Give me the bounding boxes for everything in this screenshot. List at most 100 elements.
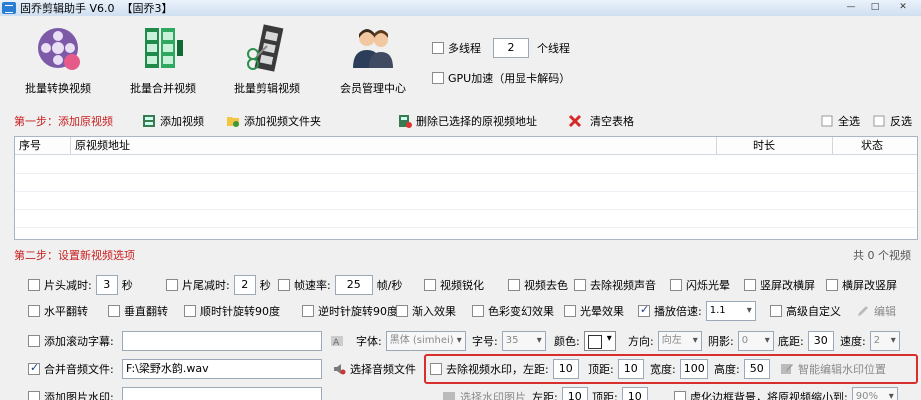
merge-audio-option: 合并音频文件: — [28, 356, 114, 382]
portrait-to-landscape-option: 竖屏改横屏 — [744, 272, 815, 298]
thread-count-input[interactable]: 2 — [493, 38, 529, 58]
clear-table-button[interactable]: 清空表格 — [568, 113, 634, 129]
decolor-checkbox[interactable] — [508, 279, 520, 291]
select-all-button[interactable]: 全选 — [820, 113, 860, 129]
scroll-speed-option: 速度: 2 — [840, 328, 900, 354]
color-picker[interactable] — [583, 331, 616, 351]
batch-convert-button[interactable]: 批量转换视频 — [8, 24, 108, 96]
light-label: 光晕效果 — [580, 305, 624, 318]
tail-cut-input[interactable]: 2 — [233, 275, 256, 295]
image-watermark-checkbox[interactable] — [28, 391, 40, 400]
audio-path-input[interactable]: F:\梁野水韵.wav — [122, 359, 322, 379]
scroll-text-checkbox[interactable] — [28, 335, 40, 347]
fps-input[interactable]: 25 — [334, 275, 373, 295]
head-cut-unit: 秒 — [121, 279, 133, 292]
blur-bg-checkbox[interactable] — [674, 391, 686, 400]
add-folder-button[interactable]: 添加视频文件夹 — [226, 113, 321, 129]
scroll-speed-select[interactable]: 2 — [869, 331, 900, 351]
col-path[interactable]: 原视频地址 — [71, 137, 717, 154]
choose-image-button[interactable]: 选择水印图片 — [442, 384, 526, 400]
light-checkbox[interactable] — [564, 305, 576, 317]
direction-select[interactable]: 向左 — [657, 331, 702, 351]
image-top-input[interactable]: 10 — [621, 387, 648, 400]
direction-option: 方向: 向左 — [628, 328, 702, 354]
tail-cut-checkbox[interactable] — [166, 279, 178, 291]
vflip-option: 垂直翻转 — [108, 298, 168, 324]
size-select[interactable]: 35 — [501, 331, 546, 351]
decolor-option: 视频去色 — [508, 272, 568, 298]
speed-option: 播放倍速: 1.1 — [638, 298, 756, 324]
maximize-button[interactable]: □ — [865, 1, 885, 15]
batch-merge-button[interactable]: 批量合并视频 — [113, 24, 213, 96]
merge-audio-checkbox[interactable] — [28, 361, 40, 375]
edit-button[interactable]: 编辑 — [856, 298, 896, 324]
film-add-icon — [143, 115, 155, 127]
font-icon: A — [331, 336, 343, 348]
close-button[interactable]: ✕ — [893, 1, 913, 15]
rotate-ccw-checkbox[interactable] — [302, 305, 314, 317]
step2-bar: 第二步：设置新视频选项 共 0 个视频 — [0, 244, 921, 266]
color-change-checkbox[interactable] — [472, 305, 484, 317]
vflip-checkbox[interactable] — [108, 305, 120, 317]
col-status[interactable]: 状态 — [833, 137, 917, 154]
delete-selected-button[interactable]: 删除已选择的原视频地址 — [398, 113, 537, 129]
invert-selection-label: 反选 — [890, 115, 912, 128]
rotate-cw-label: 顺时针旋转90度 — [200, 305, 280, 318]
remove-audio-checkbox[interactable] — [574, 279, 586, 291]
advanced-custom-checkbox[interactable] — [770, 305, 782, 317]
landscape-to-portrait-checkbox[interactable] — [826, 279, 838, 291]
thread-unit-label: 个线程 — [537, 42, 570, 55]
bottom-margin-input[interactable]: 30 — [807, 331, 834, 351]
image-left-input[interactable]: 10 — [561, 387, 588, 400]
fps-checkbox[interactable] — [278, 279, 290, 291]
font-select[interactable]: 黑体 (simhei) — [385, 331, 466, 351]
head-cut-input[interactable]: 3 — [95, 275, 118, 295]
color-change-label: 色彩变幻效果 — [488, 305, 554, 318]
hflip-option: 水平翻转 — [28, 298, 88, 324]
main-toolbar: 批量转换视频 批量合并视频 批量剪辑视频 会员管理中心 多线程 2 个线程 GP… — [0, 16, 921, 104]
invert-selection-button[interactable]: 反选 — [872, 113, 912, 129]
add-video-label: 添加视频 — [160, 115, 204, 128]
scroll-text-label: 添加滚动字幕: — [44, 335, 114, 348]
member-center-label: 会员管理中心 — [340, 82, 406, 95]
film-delete-icon — [399, 115, 412, 128]
video-table[interactable]: 序号 原视频地址 时长 状态 — [14, 136, 918, 240]
bottom-margin-option: 底距: 30 — [778, 328, 834, 354]
image-path-input[interactable] — [122, 387, 322, 400]
add-folder-label: 添加视频文件夹 — [244, 115, 321, 128]
blur-scale-select[interactable]: 90% — [851, 387, 898, 400]
choose-audio-button[interactable]: 选择音频文件 — [332, 356, 416, 382]
step1-title: 第一步：添加原视频 — [14, 115, 113, 128]
watermark-highlight-frame — [424, 354, 918, 384]
shadow-select[interactable]: 0 — [737, 331, 774, 351]
audio-file-icon — [334, 364, 346, 375]
fade-in-checkbox[interactable] — [396, 305, 408, 317]
head-cut-checkbox[interactable] — [28, 279, 40, 291]
options-row-3: 添加滚动字幕: A 字体: 黑体 (simhei) 字号: 35 颜色: 方向:… — [14, 328, 918, 354]
sharpen-checkbox[interactable] — [424, 279, 436, 291]
landscape-to-portrait-option: 横屏改竖屏 — [826, 272, 897, 298]
speed-select[interactable]: 1.1 — [705, 301, 756, 321]
col-index[interactable]: 序号 — [15, 137, 71, 154]
speed-label: 播放倍速: — [654, 305, 702, 318]
flash-label: 闪烁光晕 — [686, 279, 730, 292]
speed-checkbox[interactable] — [638, 303, 650, 317]
batch-convert-label: 批量转换视频 — [25, 82, 91, 95]
font-label: 字体: — [356, 335, 382, 348]
multithread-checkbox[interactable] — [432, 42, 444, 54]
title-bar: 固乔剪辑助手 V6.0 【固乔3】 — □ ✕ — [0, 0, 921, 16]
rotate-cw-checkbox[interactable] — [184, 305, 196, 317]
portrait-to-landscape-checkbox[interactable] — [744, 279, 756, 291]
add-video-button[interactable]: 添加视频 — [142, 113, 204, 129]
scroll-text-input[interactable] — [122, 331, 322, 351]
svg-text:A: A — [333, 338, 340, 348]
batch-edit-button[interactable]: 批量剪辑视频 — [217, 24, 317, 96]
col-duration[interactable]: 时长 — [717, 137, 833, 154]
hflip-checkbox[interactable] — [28, 305, 40, 317]
minimize-button[interactable]: — — [841, 1, 861, 15]
member-center-button[interactable]: 会员管理中心 — [323, 24, 423, 96]
flash-checkbox[interactable] — [670, 279, 682, 291]
gpu-checkbox[interactable] — [432, 72, 444, 84]
choose-image-label: 选择水印图片 — [460, 391, 526, 400]
select-all-icon — [821, 115, 833, 127]
